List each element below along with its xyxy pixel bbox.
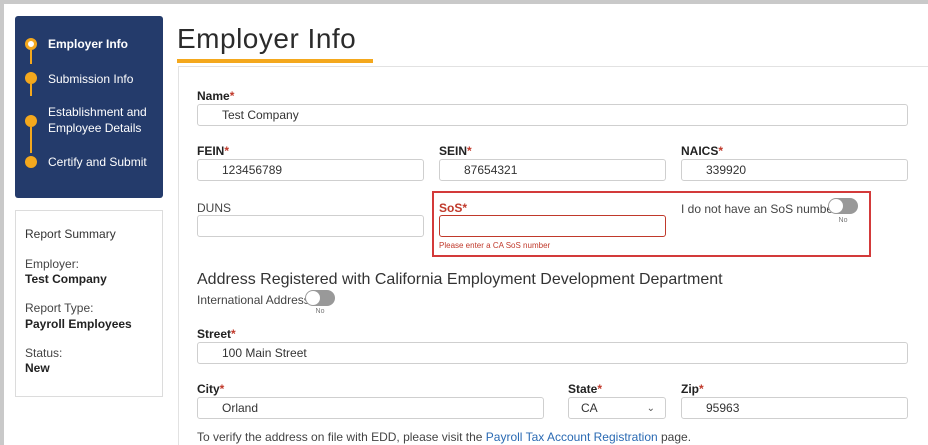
international-address-toggle[interactable] bbox=[305, 290, 335, 306]
employer-label: Employer: bbox=[25, 257, 80, 271]
toggle-knob bbox=[306, 291, 320, 305]
payroll-tax-registration-link[interactable]: Payroll Tax Account Registration bbox=[486, 430, 658, 444]
step-dot-icon bbox=[25, 156, 37, 168]
no-sos-toggle-state: No bbox=[838, 217, 848, 224]
sos-input[interactable] bbox=[439, 215, 666, 237]
verify-address-note: To verify the address on file with EDD, … bbox=[197, 430, 692, 444]
state-label: State* bbox=[568, 382, 603, 396]
toggle-knob bbox=[829, 199, 843, 213]
step-certify-submit[interactable]: Certify and Submit bbox=[48, 154, 147, 170]
step-submission-info[interactable]: Submission Info bbox=[48, 71, 133, 87]
report-summary-title: Report Summary bbox=[25, 227, 116, 241]
report-type-label: Report Type: bbox=[25, 301, 94, 315]
step-current-icon bbox=[25, 38, 37, 50]
zip-label: Zip* bbox=[681, 382, 704, 396]
step-dot-icon bbox=[25, 72, 37, 84]
name-label: Name* bbox=[197, 89, 235, 103]
street-label: Street* bbox=[197, 327, 236, 341]
sos-label: SoS* bbox=[439, 201, 468, 215]
international-address-label: International Address bbox=[197, 293, 310, 307]
duns-input[interactable] bbox=[197, 215, 424, 237]
naics-input[interactable]: 339920 bbox=[681, 159, 908, 181]
state-select[interactable]: CA ⌄ bbox=[568, 397, 666, 419]
window-left-border bbox=[0, 0, 4, 445]
duns-label: DUNS bbox=[197, 201, 232, 215]
address-heading: Address Registered with California Emplo… bbox=[197, 271, 723, 288]
sein-input[interactable]: 87654321 bbox=[439, 159, 666, 181]
step-employer-info[interactable]: Employer Info bbox=[48, 36, 128, 52]
report-summary-panel: Report Summary Employer: Test Company Re… bbox=[15, 210, 163, 397]
step-establishment-details[interactable]: Establishment and Employee Details bbox=[48, 104, 158, 136]
page-title: Employer Info bbox=[177, 23, 357, 54]
title-underline bbox=[177, 59, 373, 63]
city-label: City* bbox=[197, 382, 225, 396]
fein-input[interactable]: 123456789 bbox=[197, 159, 424, 181]
step-dot-icon bbox=[25, 115, 37, 127]
sos-error-message: Please enter a CA SoS number bbox=[439, 241, 551, 250]
no-sos-toggle[interactable] bbox=[828, 198, 858, 214]
street-input[interactable]: 100 Main Street bbox=[197, 342, 908, 364]
step-connector bbox=[30, 84, 32, 96]
name-input[interactable]: Test Company bbox=[197, 104, 908, 126]
city-input[interactable]: Orland bbox=[197, 397, 544, 419]
step-connector bbox=[30, 127, 32, 153]
report-type-value: Payroll Employees bbox=[25, 317, 132, 331]
status-value: New bbox=[25, 361, 50, 375]
international-toggle-state: No bbox=[315, 308, 325, 315]
zip-input[interactable]: 95963 bbox=[681, 397, 908, 419]
sein-label: SEIN* bbox=[439, 144, 472, 158]
window-top-border bbox=[0, 0, 928, 4]
fein-label: FEIN* bbox=[197, 144, 230, 158]
employer-value: Test Company bbox=[25, 272, 107, 286]
chevron-down-icon: ⌄ bbox=[646, 402, 655, 414]
no-sos-label: I do not have an SoS number bbox=[681, 202, 838, 216]
progress-stepper: Employer Info Submission Info Establishm… bbox=[15, 16, 163, 198]
naics-label: NAICS* bbox=[681, 144, 724, 158]
status-label: Status: bbox=[25, 346, 63, 360]
step-connector bbox=[30, 50, 32, 64]
